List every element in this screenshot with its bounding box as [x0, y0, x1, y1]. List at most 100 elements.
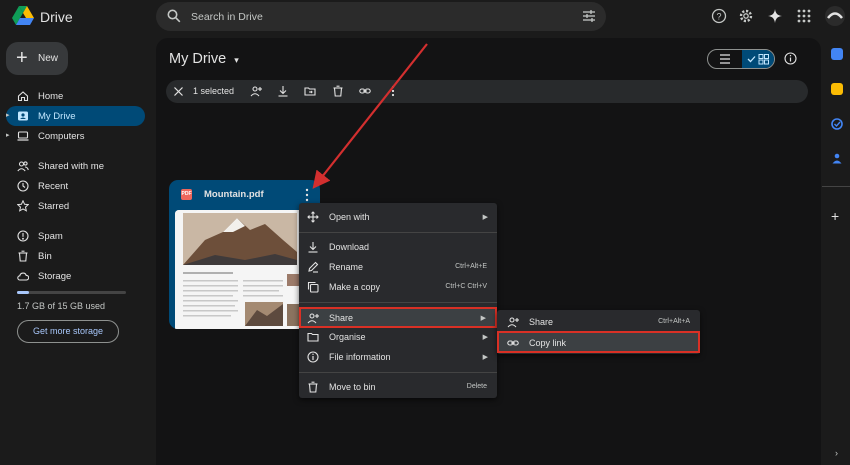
- more-actions-icon[interactable]: [387, 85, 399, 97]
- menu-item-open-with[interactable]: Open with ▶: [299, 207, 497, 227]
- sidebar-item-my-drive[interactable]: ▸ My Drive: [6, 106, 145, 126]
- sidebar-item-spam[interactable]: Spam: [6, 226, 145, 246]
- copy-icon: [307, 281, 319, 293]
- rail-divider: [822, 186, 850, 187]
- menu-item-label: File information: [329, 352, 391, 362]
- drive-logo[interactable]: [12, 6, 34, 28]
- star-icon: [17, 200, 29, 212]
- list-view-button[interactable]: [708, 50, 742, 68]
- sidebar-item-bin[interactable]: Bin: [6, 246, 145, 266]
- expand-panel-chevron-icon[interactable]: ›: [835, 448, 838, 458]
- submenu-item-copy-link[interactable]: Copy link: [497, 331, 700, 353]
- download-icon: [307, 241, 319, 253]
- new-button-label: New: [38, 53, 59, 64]
- file-name: Mountain.pdf: [204, 189, 264, 200]
- search-icon: [167, 9, 181, 23]
- sidebar-item-label: Shared with me: [38, 161, 105, 172]
- link-icon: [507, 337, 519, 349]
- expand-caret-icon[interactable]: ▸: [6, 111, 10, 119]
- file-context-menu: Open with ▶ Download Rename Ctrl+Alt+E M…: [299, 203, 497, 398]
- submenu-arrow-icon: ▶: [482, 334, 488, 341]
- apps-grid-icon[interactable]: [796, 8, 812, 24]
- new-button[interactable]: + New: [6, 42, 68, 75]
- details-info-icon[interactable]: [784, 52, 797, 65]
- folder-icon: [307, 331, 319, 343]
- menu-item-organise[interactable]: Organise ▶: [299, 327, 497, 347]
- storage-progress-bar: [17, 291, 126, 294]
- share-person-add-icon[interactable]: [250, 85, 262, 97]
- download-icon[interactable]: [277, 85, 289, 97]
- home-icon: [17, 90, 29, 102]
- sidebar-item-label: Bin: [38, 251, 52, 262]
- sidebar-item-storage[interactable]: Storage: [6, 266, 145, 286]
- tasks-icon[interactable]: [831, 118, 843, 130]
- file-card[interactable]: PDF Mountain.pdf: [169, 180, 320, 329]
- menu-item-rename[interactable]: Rename Ctrl+Alt+E: [299, 257, 497, 277]
- app-title: Drive: [40, 9, 73, 25]
- sidebar-item-label: Starred: [38, 201, 70, 212]
- svg-text:?: ?: [716, 12, 721, 22]
- cloud-icon: [17, 270, 29, 282]
- menu-item-move-to-bin[interactable]: Move to bin Delete: [299, 377, 497, 397]
- sidebar-item-home[interactable]: Home: [6, 86, 145, 106]
- keep-icon[interactable]: [831, 83, 843, 95]
- search-input[interactable]: Search in Drive: [191, 11, 263, 23]
- submenu-arrow-icon: ▶: [480, 315, 486, 322]
- page-title-label: My Drive: [169, 51, 227, 67]
- people-icon: [17, 160, 29, 172]
- menu-item-label: Download: [329, 242, 370, 252]
- help-icon[interactable]: ?: [711, 8, 727, 24]
- pdf-file-icon: PDF: [181, 189, 192, 200]
- link-icon[interactable]: [359, 85, 371, 97]
- menu-item-file-information[interactable]: File information ▶: [299, 347, 497, 367]
- menu-divider: [299, 372, 497, 373]
- submenu-arrow-icon: ▶: [482, 214, 488, 221]
- gemini-icon[interactable]: [767, 8, 783, 24]
- computer-icon: [17, 130, 29, 142]
- move-folder-icon[interactable]: [304, 85, 316, 97]
- bin-icon[interactable]: [332, 85, 344, 97]
- side-panel-rail: + ›: [822, 38, 850, 465]
- menu-item-download[interactable]: Download: [299, 237, 497, 257]
- menu-item-share[interactable]: Share ▶: [299, 307, 497, 328]
- menu-item-label: Move to bin: [329, 382, 376, 392]
- my-drive-icon: [17, 110, 29, 122]
- view-toggle: [707, 49, 775, 69]
- avatar[interactable]: [825, 6, 845, 26]
- chevron-down-icon: ▾: [234, 55, 239, 65]
- menu-item-shortcut: Delete: [466, 383, 487, 390]
- menu-divider: [299, 232, 497, 233]
- storage-progress-fill: [17, 291, 30, 294]
- contacts-icon[interactable]: [831, 152, 843, 164]
- get-more-storage-button[interactable]: Get more storage: [17, 320, 119, 343]
- settings-icon[interactable]: [738, 8, 754, 24]
- sidebar-item-label: Spam: [38, 231, 63, 242]
- expand-caret-icon[interactable]: ▸: [6, 131, 10, 139]
- sidebar-item-starred[interactable]: Starred: [6, 196, 145, 216]
- page-title[interactable]: My Drive ▾: [169, 51, 239, 67]
- sidebar-item-label: Storage: [38, 271, 72, 282]
- sidebar-item-shared-with-me[interactable]: Shared with me: [6, 156, 145, 176]
- share-submenu: Share Ctrl+Alt+A Copy link: [497, 310, 700, 354]
- info-icon: [307, 351, 319, 363]
- sidebar-item-label: Home: [38, 91, 64, 102]
- clear-selection-close-icon[interactable]: [173, 86, 184, 97]
- sidebar-item-computers[interactable]: ▸ Computers: [6, 126, 145, 146]
- grid-view-button[interactable]: [742, 50, 774, 68]
- spam-icon: [17, 230, 29, 242]
- calendar-icon[interactable]: [831, 48, 843, 60]
- menu-item-label: Copy link: [529, 338, 567, 348]
- get-more-storage-label: Get more storage: [32, 326, 104, 336]
- search-bar[interactable]: Search in Drive: [156, 2, 606, 31]
- menu-item-make-a-copy[interactable]: Make a copy Ctrl+C Ctrl+V: [299, 277, 497, 297]
- sidebar-item-label: Recent: [38, 181, 69, 192]
- sidebar-item-recent[interactable]: Recent: [6, 176, 145, 196]
- menu-item-label: Share: [329, 313, 354, 323]
- selection-count: 1 selected: [193, 86, 235, 96]
- search-options-icon[interactable]: [582, 9, 596, 23]
- menu-item-label: Organise: [329, 332, 366, 342]
- more-actions-icon[interactable]: [304, 188, 310, 202]
- add-addon-plus-icon[interactable]: +: [831, 208, 839, 224]
- submenu-item-share[interactable]: Share Ctrl+Alt+A: [497, 312, 700, 332]
- menu-item-shortcut: Ctrl+Alt+A: [658, 318, 690, 325]
